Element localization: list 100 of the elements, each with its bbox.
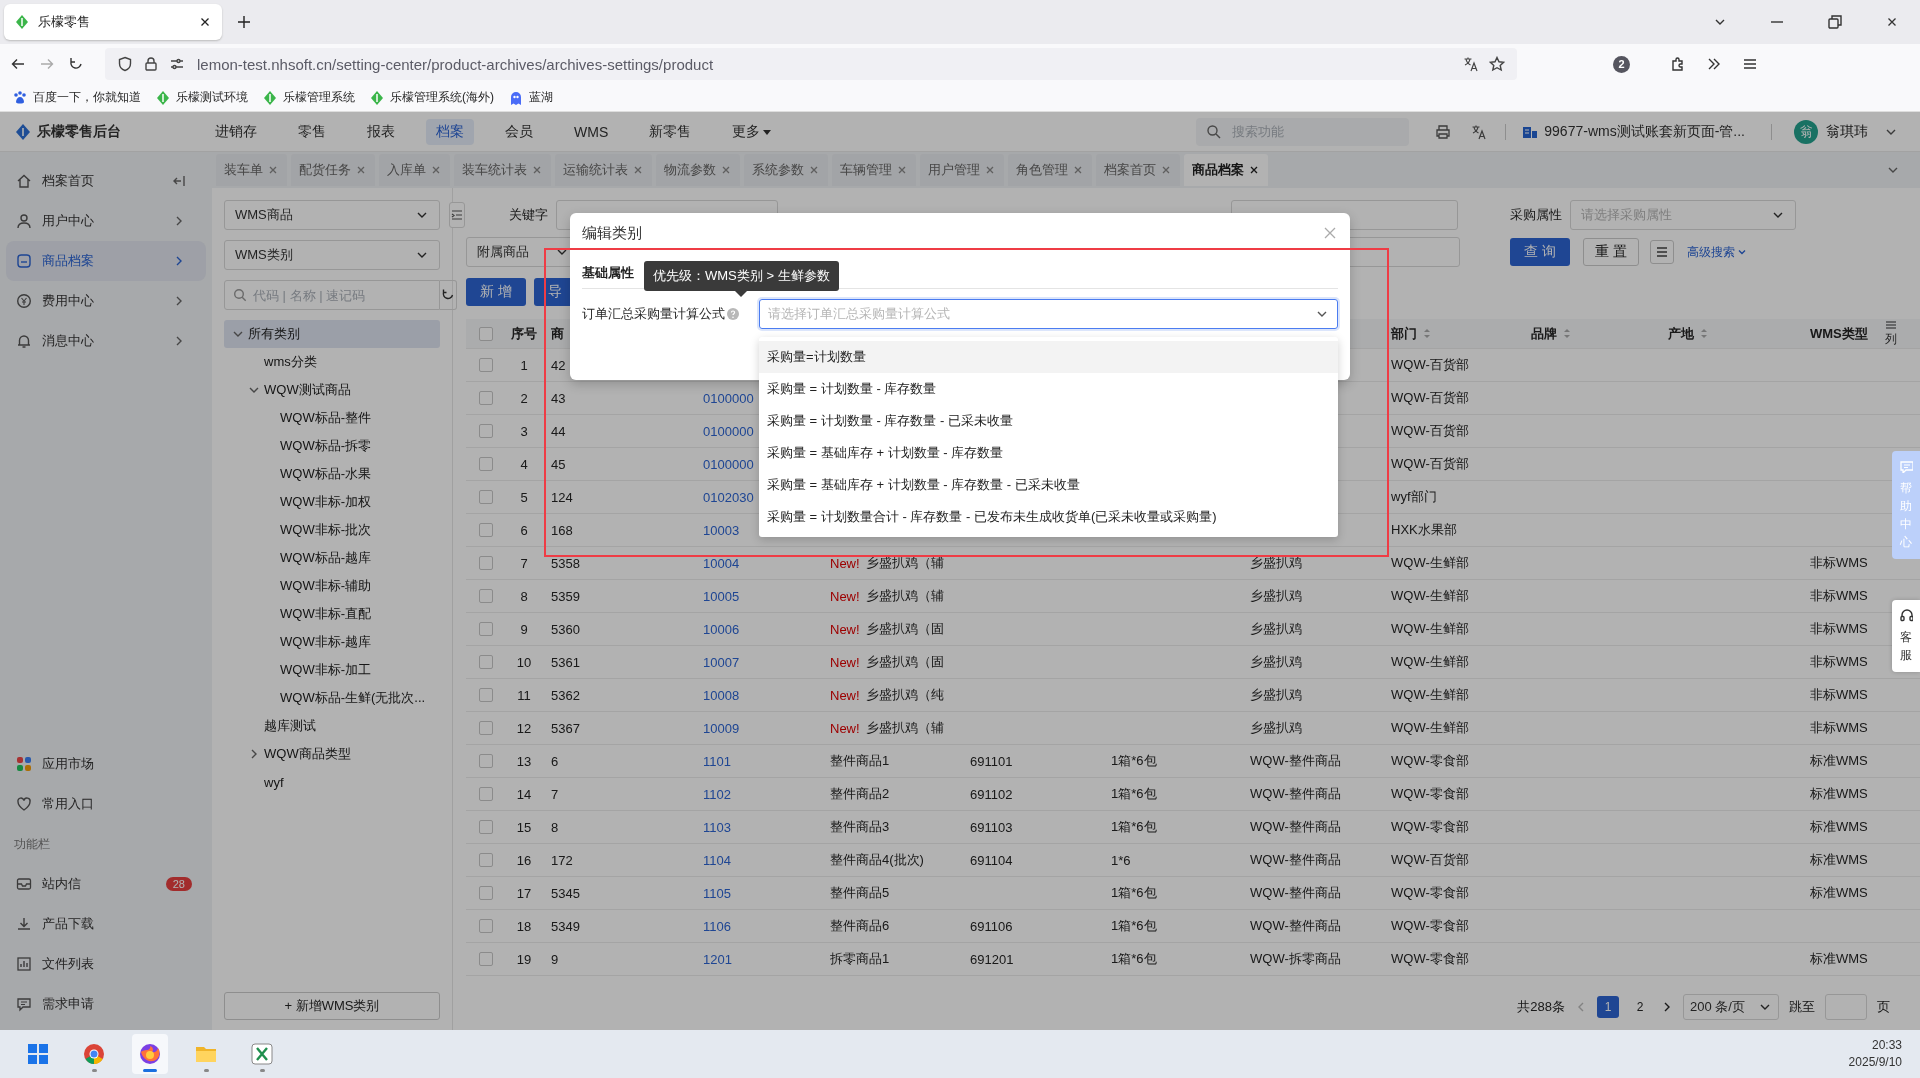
table-cell: 乡盛扒鸡（辅 — [865, 587, 944, 605]
table-cell: 5359 — [551, 588, 580, 604]
table-cell: 1箱*6包 — [1111, 818, 1157, 836]
table-cell: 172 — [551, 852, 573, 868]
table-cell: 11 — [517, 687, 531, 703]
table-cell: WQW-整件商品 — [1250, 752, 1341, 770]
table-cell: 43 — [551, 390, 566, 406]
new-label: New! — [830, 621, 860, 637]
clock-date: 2025/9/10 — [1848, 1054, 1902, 1071]
table-cell: wyf部门 — [1391, 488, 1437, 506]
table-cell: 42 — [551, 357, 566, 373]
table-cell: 整件商品5 — [830, 884, 890, 902]
table-cell: 5362 — [551, 687, 580, 703]
table-cell: 5 — [520, 489, 528, 505]
table-cell: 15 — [516, 819, 532, 835]
table-cell: 13 — [516, 753, 532, 769]
jump-label: 跳至 — [1789, 998, 1815, 1016]
table-cell: WQW-零食部 — [1391, 752, 1469, 770]
clock-time: 20:33 — [1871, 1037, 1902, 1054]
table-cell: 12 — [516, 720, 532, 736]
table-cell: 44 — [551, 423, 566, 439]
table-cell: 乡盛扒鸡（固 — [865, 653, 944, 671]
table-cell: 乡盛扒鸡（固 — [865, 620, 944, 638]
table-cell: 非标WMS — [1810, 719, 1868, 737]
table-cell: 124 — [551, 489, 573, 505]
table-cell: 整件商品6 — [830, 917, 890, 935]
table-cell: WQW-整件商品 — [1250, 917, 1341, 935]
table-cell: 168 — [551, 522, 573, 538]
table-cell: WQW-整件商品 — [1250, 884, 1341, 902]
new-label: New! — [830, 588, 860, 604]
table-cell: 标准WMS — [1810, 950, 1868, 968]
table-cell: WQW-生鲜部 — [1391, 686, 1469, 704]
column-header: 品牌 — [1531, 324, 1557, 343]
column-header: WMS类型 — [1810, 324, 1868, 343]
table-cell: WQW-生鲜部 — [1391, 719, 1469, 737]
table-cell: 4 — [520, 456, 528, 472]
table-cell: 691104 — [970, 852, 1013, 868]
table-cell: WQW-整件商品 — [1250, 785, 1341, 803]
table-cell: WQW-零食部 — [1391, 785, 1469, 803]
table-cell: WQW-零食部 — [1391, 950, 1469, 968]
table-cell: 5361 — [551, 654, 580, 670]
table-cell: 1箱*6包 — [1111, 950, 1157, 968]
dialog-title: 编辑类别 — [582, 223, 643, 243]
table-cell: 10 — [516, 654, 532, 670]
table-cell: 乡盛扒鸡 — [1250, 554, 1302, 572]
table-cell: 9 — [551, 951, 559, 967]
table-cell: 8 — [520, 588, 528, 604]
column-header: 部门 — [1391, 324, 1417, 343]
table-cell: 乡盛扒鸡 — [1250, 620, 1302, 638]
new-label: New! — [830, 654, 860, 670]
table-cell: 整件商品2 — [830, 785, 890, 803]
table-cell: 1*6 — [1111, 852, 1131, 868]
table-cell: WQW-零食部 — [1391, 818, 1469, 836]
table-cell: 14 — [516, 786, 532, 802]
table-cell: 标准WMS — [1810, 785, 1868, 803]
table-cell: WQW-生鲜部 — [1391, 620, 1469, 638]
table-cell: WQW-零食部 — [1391, 884, 1469, 902]
table-cell: 标准WMS — [1810, 752, 1868, 770]
table-cell: WQW-拆零商品 — [1250, 950, 1341, 968]
field-label: 采购属性 — [1509, 206, 1563, 224]
table-cell: 整件商品3 — [830, 818, 890, 836]
table-cell: 5360 — [551, 621, 580, 637]
table-cell: 5358 — [551, 555, 580, 571]
new-label: New! — [830, 720, 860, 736]
new-label: New! — [830, 687, 860, 703]
table-cell: 1箱*6包 — [1111, 917, 1157, 935]
table-cell: WQW-整件商品 — [1250, 851, 1341, 869]
table-cell: 非标WMS — [1810, 653, 1868, 671]
table-cell: 691101 — [970, 753, 1013, 769]
table-cell: 非标WMS — [1810, 686, 1868, 704]
table-cell: 乡盛扒鸡 — [1250, 587, 1302, 605]
table-cell: 拆零商品1 — [830, 950, 890, 968]
table-cell: WQW-生鲜部 — [1391, 653, 1469, 671]
new-label: New! — [830, 555, 860, 571]
column-header: 序号 — [511, 324, 537, 343]
table-cell: HXK水果部 — [1391, 521, 1457, 539]
table-cell: 1箱*6包 — [1111, 884, 1157, 902]
table-cell: 2 — [520, 390, 528, 406]
table-cell: 非标WMS — [1810, 587, 1868, 605]
table-cell: WQW-百货部 — [1391, 851, 1469, 869]
table-cell: 乡盛扒鸡 — [1250, 653, 1302, 671]
table-cell: 整件商品1 — [830, 752, 890, 770]
table-cell: 18 — [516, 918, 532, 934]
table-cell: 非标WMS — [1810, 554, 1868, 572]
table-cell: 乡盛扒鸡（辅 — [865, 719, 944, 737]
logo-text: 乐檬零售后台 — [37, 122, 121, 141]
table-cell: 691102 — [970, 786, 1013, 802]
table-cell: WQW-百货部 — [1391, 356, 1469, 374]
table-cell: 7 — [551, 786, 559, 802]
table-cell: WQW-百货部 — [1391, 455, 1469, 473]
table-cell: WQW-百货部 — [1391, 389, 1469, 407]
table-cell: 乡盛扒鸡（辅 — [865, 554, 944, 572]
count-badge: 28 — [165, 877, 192, 891]
tooltip: 优先级：WMS类别 > 生鲜参数 — [644, 261, 839, 297]
field-label: 订单汇总采购量计算公式 — [582, 305, 725, 323]
table-cell: 691103 — [970, 819, 1013, 835]
table-cell: 标准WMS — [1810, 851, 1868, 869]
table-cell: 乡盛扒鸡（纯 — [865, 686, 944, 704]
table-cell: 8 — [551, 819, 559, 835]
table-cell: 乡盛扒鸡 — [1250, 719, 1302, 737]
